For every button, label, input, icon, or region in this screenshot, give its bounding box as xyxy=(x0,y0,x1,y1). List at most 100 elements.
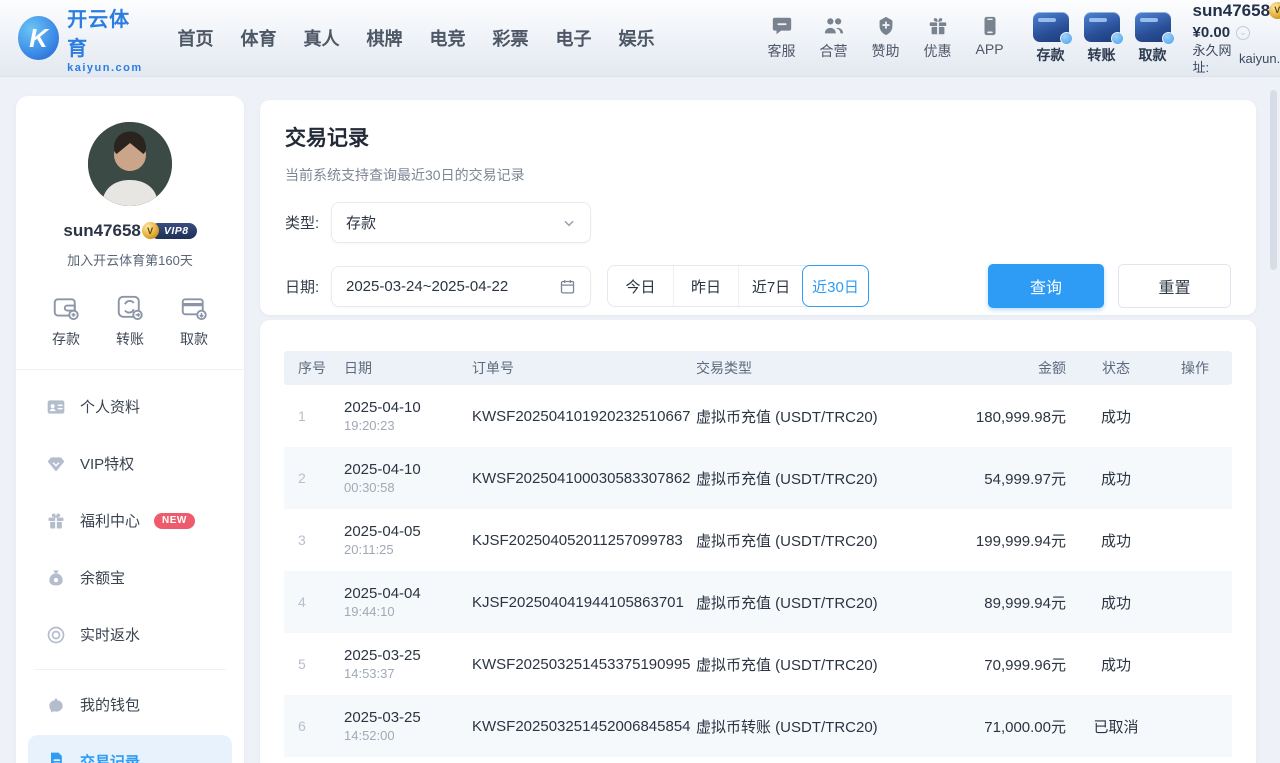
cell-index: 3 xyxy=(298,532,344,548)
user-info-block: sun47658 V VIP8 ¥0.00 ⌄ 永久网址: kaiyun.com xyxy=(1193,0,1280,76)
sidebar-menu: 个人资料 VIP特权 福利中心 NEW 余额宝 实时返水 我的钱包 交易记录 xyxy=(16,370,244,763)
sidebar-item-welfare[interactable]: 福利中心 NEW xyxy=(16,492,244,549)
range-preset-button[interactable]: 昨日 xyxy=(673,266,738,306)
cell-date-day: 2025-04-10 xyxy=(344,461,472,478)
sponsor-label: 赞助 xyxy=(872,41,900,61)
date-range-presets: 今日 昨日 近7日 近30日 xyxy=(607,265,869,307)
cell-status: 已取消 xyxy=(1066,716,1166,737)
col-amount: 金额 xyxy=(946,358,1066,378)
col-status: 状态 xyxy=(1066,358,1166,378)
cell-date-time: 14:53:37 xyxy=(344,666,472,681)
app-download-button[interactable]: APP xyxy=(973,15,1007,57)
nav-item[interactable]: 棋牌 xyxy=(367,25,403,51)
bank-card-icon xyxy=(179,293,209,323)
range-preset-button[interactable]: 今日 xyxy=(608,266,673,306)
cell-status: 成功 xyxy=(1066,654,1166,675)
gift-icon xyxy=(927,15,949,37)
sidebar: sun47658 V VIP8 加入开云体育第160天 存款 转账 取款 xyxy=(16,96,244,763)
nav-item[interactable]: 首页 xyxy=(178,25,214,51)
document-icon xyxy=(46,751,66,763)
header-deposit-button[interactable]: 存款 xyxy=(1033,12,1069,65)
cell-date-time: 19:20:23 xyxy=(344,418,472,433)
table-row: 1 2025-04-10 19:20:23 KWSF20250410192023… xyxy=(284,385,1232,447)
page-title: 交易记录 xyxy=(285,122,1231,152)
table-row: 4 2025-04-04 19:44:10 KJSF20250404194410… xyxy=(284,571,1232,633)
customer-service-button[interactable]: 客服 xyxy=(765,15,799,61)
nav-item[interactable]: 娱乐 xyxy=(619,25,655,51)
cell-date-time: 19:44:10 xyxy=(344,604,472,619)
target-circle-icon xyxy=(46,625,66,645)
type-select[interactable]: 存款 xyxy=(331,202,591,243)
brand-logo-icon: K xyxy=(18,16,59,60)
cell-index: 1 xyxy=(298,408,344,424)
customer-service-label: 客服 xyxy=(768,41,796,61)
sidebar-item-wallet-label: 我的钱包 xyxy=(80,694,140,715)
header-withdraw-button[interactable]: 取款 xyxy=(1135,12,1171,65)
refresh-balance-icon[interactable]: ⌄ xyxy=(1236,26,1250,40)
date-range-value: 2025-03-24~2025-04-22 xyxy=(346,278,559,295)
sidebar-item-yuebao[interactable]: 余额宝 xyxy=(16,549,244,606)
promotions-label: 优惠 xyxy=(924,41,952,61)
id-card-icon xyxy=(46,397,66,417)
main-nav: 首页 体育 真人 棋牌 电竞 彩票 电子 娱乐 xyxy=(178,25,655,51)
sidebar-item-wallet[interactable]: 我的钱包 xyxy=(16,676,244,733)
nav-item[interactable]: 真人 xyxy=(304,25,340,51)
reset-button[interactable]: 重置 xyxy=(1118,264,1231,308)
sponsor-button[interactable]: 赞助 xyxy=(869,15,903,61)
sidebar-vip-shield-icon: V xyxy=(142,222,159,239)
sidebar-item-vip-label: VIP特权 xyxy=(80,453,134,474)
range-preset-button[interactable]: 近7日 xyxy=(738,266,803,306)
wallet-actions: 存款 转账 取款 xyxy=(1033,12,1171,65)
sidebar-item-profile[interactable]: 个人资料 xyxy=(16,378,244,435)
page-scrollbar[interactable] xyxy=(1270,90,1277,270)
table-row: 3 2025-04-05 20:11:25 KJSF20250405201125… xyxy=(284,509,1232,571)
cell-order-number: KWSF202504100030583307862 xyxy=(472,470,696,487)
sidebar-transfer-button[interactable]: 转账 xyxy=(115,293,145,349)
search-button[interactable]: 查询 xyxy=(988,264,1104,308)
sidebar-deposit-button[interactable]: 存款 xyxy=(51,293,81,349)
promotions-button[interactable]: 优惠 xyxy=(921,15,955,61)
col-no: 序号 xyxy=(298,358,344,378)
phone-icon xyxy=(979,15,1001,37)
header-transfer-button[interactable]: 转账 xyxy=(1084,12,1120,65)
cell-amount: 89,999.94元 xyxy=(946,592,1066,613)
table-row: 6 2025-03-25 14:52:00 KWSF20250325145200… xyxy=(284,695,1232,757)
cell-status: 成功 xyxy=(1066,406,1166,427)
brand-domain: kaiyun.com xyxy=(67,62,145,74)
col-order: 订单号 xyxy=(472,358,696,378)
header-transfer-label: 转账 xyxy=(1088,45,1116,65)
sidebar-item-records[interactable]: 交易记录 xyxy=(28,735,232,763)
cell-amount: 180,999.98元 xyxy=(946,406,1066,427)
cell-status: 成功 xyxy=(1066,592,1166,613)
header-deposit-label: 存款 xyxy=(1037,45,1065,65)
shield-plus-icon xyxy=(875,15,897,37)
sidebar-item-vip[interactable]: VIP特权 xyxy=(16,435,244,492)
cell-date-time: 14:52:00 xyxy=(344,728,472,743)
sidebar-item-rebate[interactable]: 实时返水 xyxy=(16,606,244,663)
type-select-value: 存款 xyxy=(346,212,562,233)
date-range-input[interactable]: 2025-03-24~2025-04-22 xyxy=(331,266,591,307)
date-filter-row: 日期: 2025-03-24~2025-04-22 今日 昨日 近7日 近30日… xyxy=(285,264,1231,308)
nav-item[interactable]: 彩票 xyxy=(493,25,529,51)
nav-item[interactable]: 电竞 xyxy=(430,25,466,51)
sidebar-quick-actions: 存款 转账 取款 xyxy=(16,273,244,370)
nav-item[interactable]: 电子 xyxy=(556,25,592,51)
brand-logo[interactable]: K 开云体育 kaiyun.com xyxy=(18,3,146,74)
range-preset-button[interactable]: 近30日 xyxy=(802,265,869,307)
calendar-icon xyxy=(559,277,576,295)
partner-button[interactable]: 合营 xyxy=(817,15,851,61)
cell-date-day: 2025-04-04 xyxy=(344,585,472,602)
cell-status: 成功 xyxy=(1066,530,1166,551)
sidebar-vip-badge[interactable]: V VIP8 xyxy=(150,223,197,239)
sidebar-withdraw-button[interactable]: 取款 xyxy=(179,293,209,349)
sidebar-vip-label: VIP8 xyxy=(164,225,189,237)
top-header: K 开云体育 kaiyun.com 首页 体育 真人 棋牌 电竞 彩票 电子 娱乐 客服 合营… xyxy=(0,0,1280,76)
chat-bubble-icon xyxy=(771,15,793,37)
nav-item[interactable]: 体育 xyxy=(241,25,277,51)
transfer-icon xyxy=(1084,12,1120,42)
col-op: 操作 xyxy=(1166,358,1224,378)
sidebar-username: sun47658 xyxy=(63,221,141,241)
piggy-bank-icon xyxy=(46,695,66,715)
sidebar-avatar[interactable] xyxy=(88,122,172,206)
header-withdraw-label: 取款 xyxy=(1139,45,1167,65)
